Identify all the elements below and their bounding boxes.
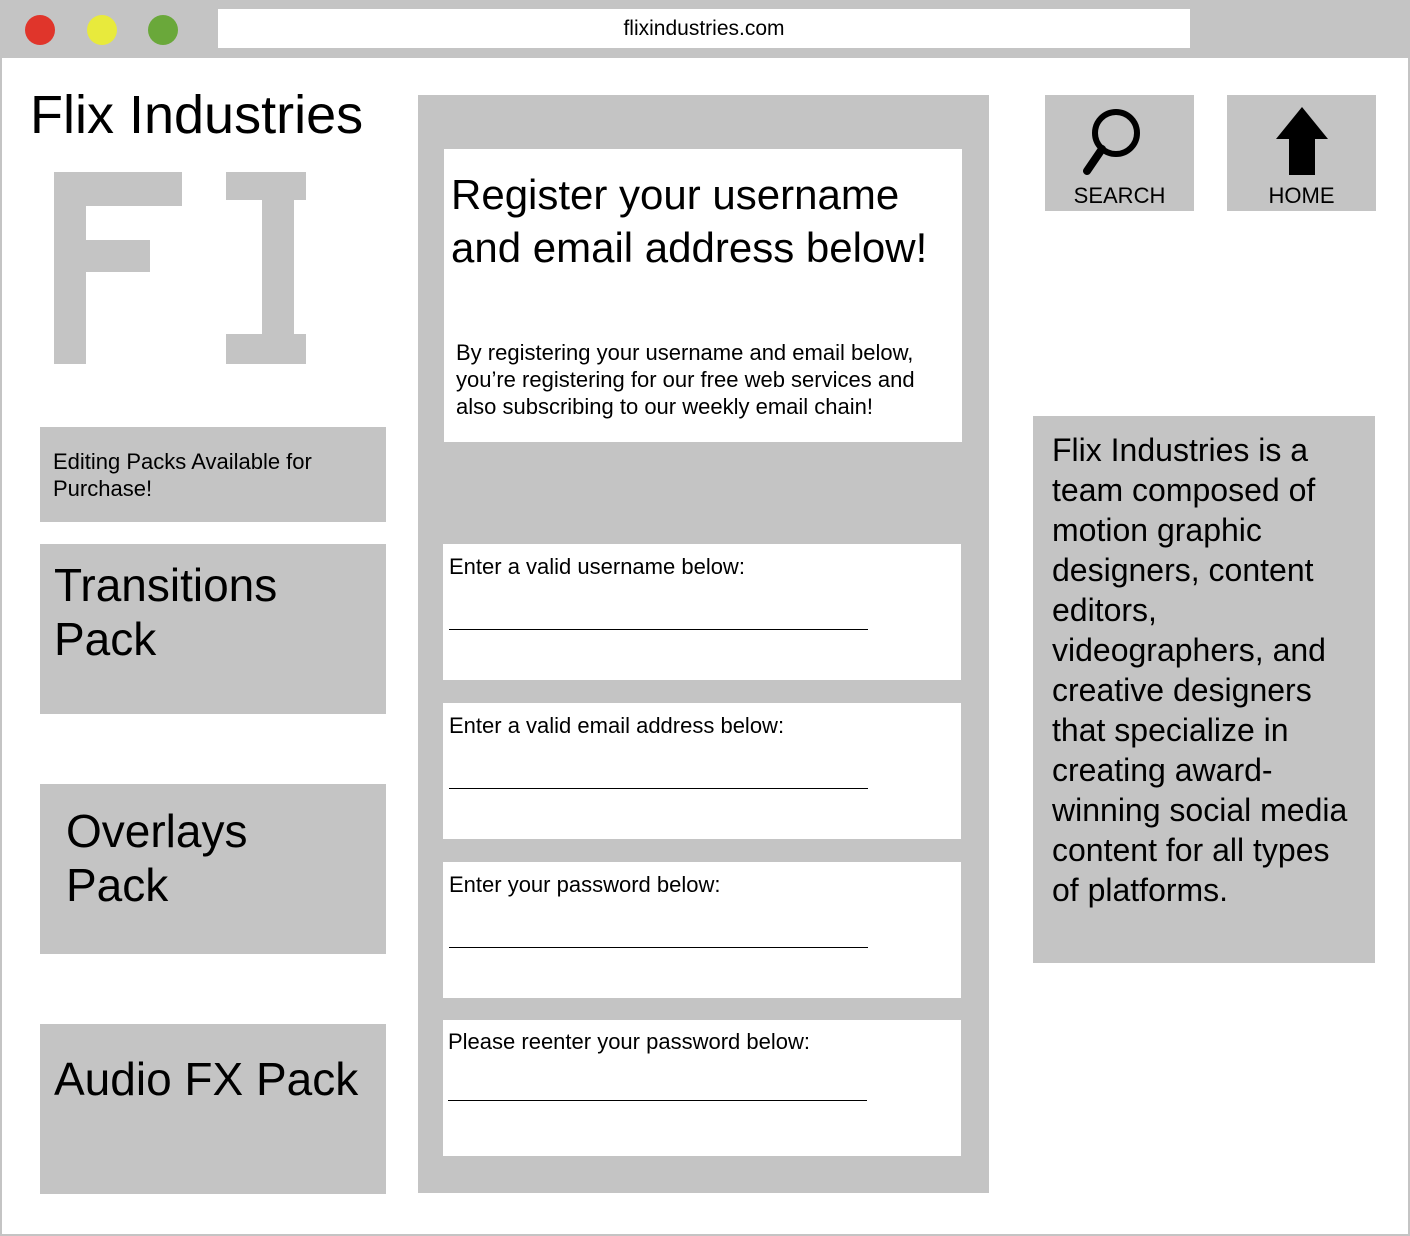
registration-description: By registering your username and email b… [456, 340, 915, 419]
registration-intro-card: Register your username and email address … [444, 149, 962, 442]
fi-logo [54, 172, 306, 364]
confirm-password-input[interactable] [448, 1073, 867, 1101]
search-button-label: SEARCH [1073, 183, 1166, 208]
registration-heading: Register your username and email address … [451, 171, 928, 271]
browser-titlebar: flixindustries.com [0, 0, 1410, 58]
username-field-card: Enter a valid username below: [443, 544, 961, 680]
confirm-password-label: Please reenter your password below: [448, 1029, 810, 1054]
close-window-button[interactable] [25, 15, 55, 45]
username-label: Enter a valid username below: [449, 554, 745, 579]
confirm-password-field-card: Please reenter your password below: [443, 1020, 961, 1156]
password-input[interactable] [449, 920, 868, 948]
search-button[interactable]: SEARCH [1045, 95, 1194, 211]
audio-fx-pack-button[interactable]: Audio FX Pack [40, 1024, 386, 1194]
email-label: Enter a valid email address below: [449, 713, 785, 738]
transitions-pack-button[interactable]: Transitions Pack [40, 544, 386, 714]
home-button[interactable]: HOME [1227, 95, 1376, 211]
address-bar[interactable]: flixindustries.com [218, 9, 1190, 48]
site-title: Flix Industries [30, 85, 364, 145]
email-input[interactable] [449, 761, 868, 789]
email-field-card: Enter a valid email address below: [443, 703, 961, 839]
username-input[interactable] [449, 602, 868, 630]
about-company-text: Flix Industries is a team composed of mo… [1033, 416, 1375, 963]
minimize-window-button[interactable] [87, 15, 117, 45]
packs-available-label: Editing Packs Available for Purchase! [40, 427, 386, 522]
password-label: Enter your password below: [449, 872, 721, 897]
home-button-label: HOME [1268, 183, 1335, 208]
password-field-card: Enter your password below: [443, 862, 961, 998]
up-arrow-icon [1276, 107, 1328, 175]
overlays-pack-button[interactable]: Overlays Pack [40, 784, 386, 954]
magnifier-icon [1083, 109, 1140, 175]
maximize-window-button[interactable] [148, 15, 178, 45]
